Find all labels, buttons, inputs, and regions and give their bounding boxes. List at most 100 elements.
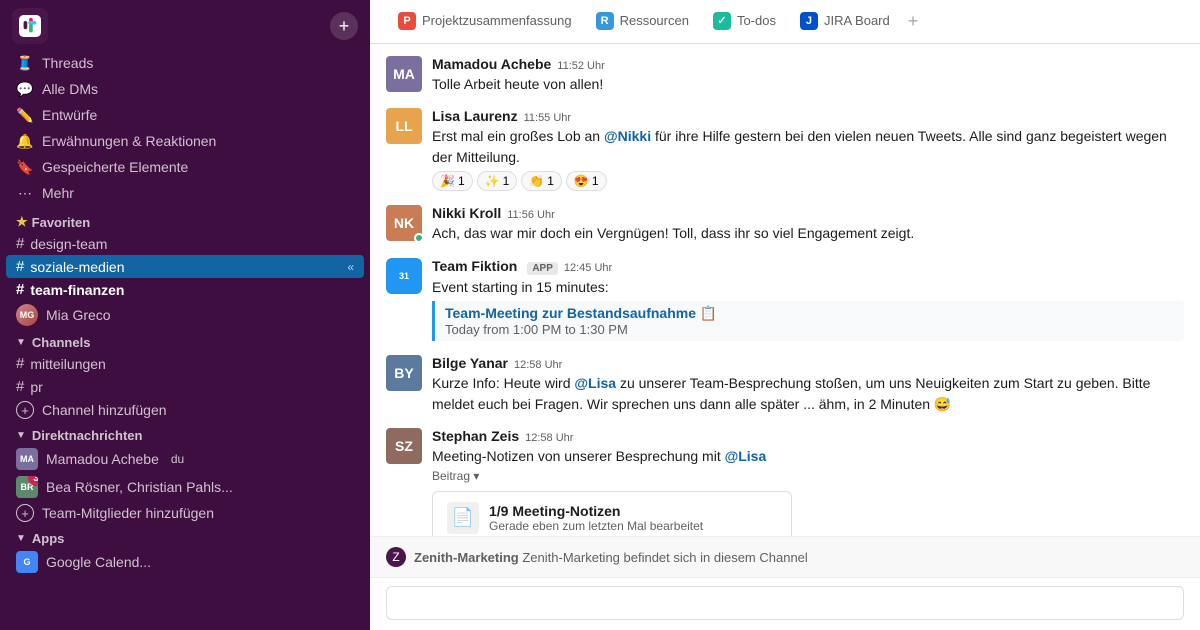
channel-pr[interactable]: # pr (0, 375, 370, 398)
avatar: BY (386, 355, 422, 391)
avatar: LL (386, 108, 422, 144)
hash-icon: # (16, 378, 24, 395)
message-row: SZ Stephan Zeis 12:58 Uhr Meeting-Notize… (386, 428, 1184, 536)
channel-design-team[interactable]: # design-team (0, 232, 370, 255)
reaction[interactable]: 😍 1 (566, 171, 607, 191)
notes-info: 1/9 Meeting-Notizen Gerade eben zum letz… (489, 503, 703, 533)
brand-icon: Z (386, 547, 406, 567)
online-status (414, 233, 422, 241)
document-icon: 📄 (447, 502, 479, 534)
hash-icon: # (16, 355, 24, 372)
workspace-icon[interactable] (12, 8, 48, 44)
jira-icon: J (800, 12, 818, 30)
mention-icon: 🔔 (16, 132, 34, 150)
message-header: Lisa Laurenz 11:55 Uhr (432, 108, 1184, 124)
app-google-calendar[interactable]: G Google Calend... (0, 548, 370, 576)
direktnachrichten-header[interactable]: ▼ Direktnachrichten (0, 422, 370, 445)
message-header: Stephan Zeis 12:58 Uhr (432, 428, 1184, 444)
tab-projektzusammenfassung[interactable]: P Projektzusammenfassung (386, 4, 584, 40)
dm-suffix: du (171, 452, 184, 466)
sidebar-item-erwahnungen[interactable]: 🔔 Erwähnungen & Reaktionen (0, 128, 370, 154)
reaction[interactable]: 👏 1 (521, 171, 562, 191)
plus-icon: + (16, 401, 34, 419)
add-channel-button[interactable]: + Channel hinzufügen (0, 398, 370, 422)
projektzusammenfassung-icon: P (398, 12, 416, 30)
bookmark-icon: 🔖 (16, 158, 34, 176)
collapse-icon: ▼ (16, 430, 26, 441)
notes-card[interactable]: 📄 1/9 Meeting-Notizen Gerade eben zum le… (432, 491, 792, 537)
message-header: Team Fiktion APP 12:45 Uhr (432, 258, 1184, 275)
message-text: Kurze Info: Heute wird @Lisa zu unserer … (432, 373, 1184, 414)
message-input-area (370, 577, 1200, 630)
plus-icon: + (16, 504, 34, 522)
tab-todos[interactable]: ✓ To-dos (701, 4, 788, 40)
channel-mitteilungen[interactable]: # mitteilungen (0, 352, 370, 375)
message-body: Stephan Zeis 12:58 Uhr Meeting-Notizen v… (432, 428, 1184, 536)
sidebar-item-mehr[interactable]: ⋯ Mehr (0, 180, 370, 206)
sidebar-top: + (0, 0, 370, 48)
channel-team-finanzen[interactable]: # team-finanzen (0, 278, 370, 301)
message-input[interactable] (386, 586, 1184, 620)
avatar-bea: BR 3 (16, 476, 38, 498)
messages-area: MA Mamadou Achebe 11:52 Uhr Tolle Arbeit… (370, 44, 1200, 536)
avatar: SZ (386, 428, 422, 464)
message-body: Team Fiktion APP 12:45 Uhr Event startin… (432, 258, 1184, 341)
sidebar-nav: 🧵 Threads 💬 Alle DMs ✏️ Entwürfe 🔔 Erwäh… (0, 48, 370, 208)
mention-lisa: @Lisa (574, 375, 616, 391)
collapse-icon: ▼ (16, 533, 26, 544)
channel-tabs: P Projektzusammenfassung R Ressourcen ✓ … (370, 0, 1200, 44)
dm-mia-greco[interactable]: MG Mia Greco (0, 301, 370, 329)
reaction[interactable]: 🎉 1 (432, 171, 473, 191)
sidebar-scroll: 🧵 Threads 💬 Alle DMs ✏️ Entwürfe 🔔 Erwäh… (0, 48, 370, 630)
app-icon: G (16, 551, 38, 573)
mention-nikki: @Nikki (604, 128, 651, 144)
beitrag-link[interactable]: Beitrag ▾ (432, 469, 479, 483)
apps-header[interactable]: ▼ Apps (0, 525, 370, 548)
avatar-mamadou: MA (16, 448, 38, 470)
avatar: MA (386, 56, 422, 92)
more-tabs-button[interactable]: + (908, 11, 919, 32)
reactions: 🎉 1 ✨ 1 👏 1 😍 1 (432, 171, 1184, 191)
entwuerfe-icon: ✏️ (16, 106, 34, 124)
calendar-icon: 31 (386, 258, 422, 294)
tab-ressourcen[interactable]: R Ressourcen (584, 4, 701, 40)
message-body: Mamadou Achebe 11:52 Uhr Tolle Arbeit he… (432, 56, 1184, 94)
dm-mamadou[interactable]: MA Mamadou Achebe du (0, 445, 370, 473)
channel-join-banner: Z Zenith-Marketing Zenith-Marketing befi… (370, 536, 1200, 577)
avatar: NK (386, 205, 422, 241)
main-content: P Projektzusammenfassung R Ressourcen ✓ … (370, 0, 1200, 630)
channels-header[interactable]: ▼ Channels (0, 329, 370, 352)
message-row: NK Nikki Kroll 11:56 Uhr Ach, das war mi… (386, 205, 1184, 243)
message-body: Lisa Laurenz 11:55 Uhr Erst mal ein groß… (432, 108, 1184, 191)
sidebar-item-gespeicherte[interactable]: 🔖 Gespeicherte Elemente (0, 154, 370, 180)
message-row: MA Mamadou Achebe 11:52 Uhr Tolle Arbeit… (386, 56, 1184, 94)
collapse-icon: ▼ (16, 337, 26, 348)
message-header: Bilge Yanar 12:58 Uhr (432, 355, 1184, 371)
join-text: Zenith-Marketing Zenith-Marketing befind… (414, 550, 808, 565)
channel-soziale-medien[interactable]: # soziale-medien « (6, 255, 364, 278)
mention-lisa: @Lisa (725, 448, 767, 464)
reaction[interactable]: ✨ 1 (477, 171, 518, 191)
message-text: Erst mal ein großes Lob an @Nikki für ih… (432, 126, 1184, 167)
star-icon: ★ (16, 214, 28, 230)
message-header: Nikki Kroll 11:56 Uhr (432, 205, 1184, 221)
favoriten-header: ★ Favoriten (0, 208, 370, 232)
add-members-button[interactable]: + Team-Mitglieder hinzufügen (0, 501, 370, 525)
message-row: LL Lisa Laurenz 11:55 Uhr Erst mal ein g… (386, 108, 1184, 191)
dm-bea[interactable]: BR 3 Bea Rösner, Christian Pahls... (0, 473, 370, 501)
dms-icon: 💬 (16, 80, 34, 98)
hash-icon: # (16, 258, 24, 275)
add-button[interactable]: + (330, 12, 358, 40)
message-header: Mamadou Achebe 11:52 Uhr (432, 56, 1184, 72)
threads-icon: 🧵 (16, 54, 34, 72)
hash-icon: # (16, 281, 24, 298)
tab-jira-board[interactable]: J JIRA Board (788, 4, 902, 40)
sidebar-item-alle-dms[interactable]: 💬 Alle DMs (0, 76, 370, 102)
message-body: Nikki Kroll 11:56 Uhr Ach, das war mir d… (432, 205, 1184, 243)
event-card[interactable]: Team-Meeting zur Bestandsaufnahme 📋 Toda… (432, 301, 1184, 341)
todos-icon: ✓ (713, 12, 731, 30)
sidebar-item-entwuerfe[interactable]: ✏️ Entwürfe (0, 102, 370, 128)
sidebar-item-threads[interactable]: 🧵 Threads (0, 50, 370, 76)
ressourcen-icon: R (596, 12, 614, 30)
message-body: Bilge Yanar 12:58 Uhr Kurze Info: Heute … (432, 355, 1184, 414)
